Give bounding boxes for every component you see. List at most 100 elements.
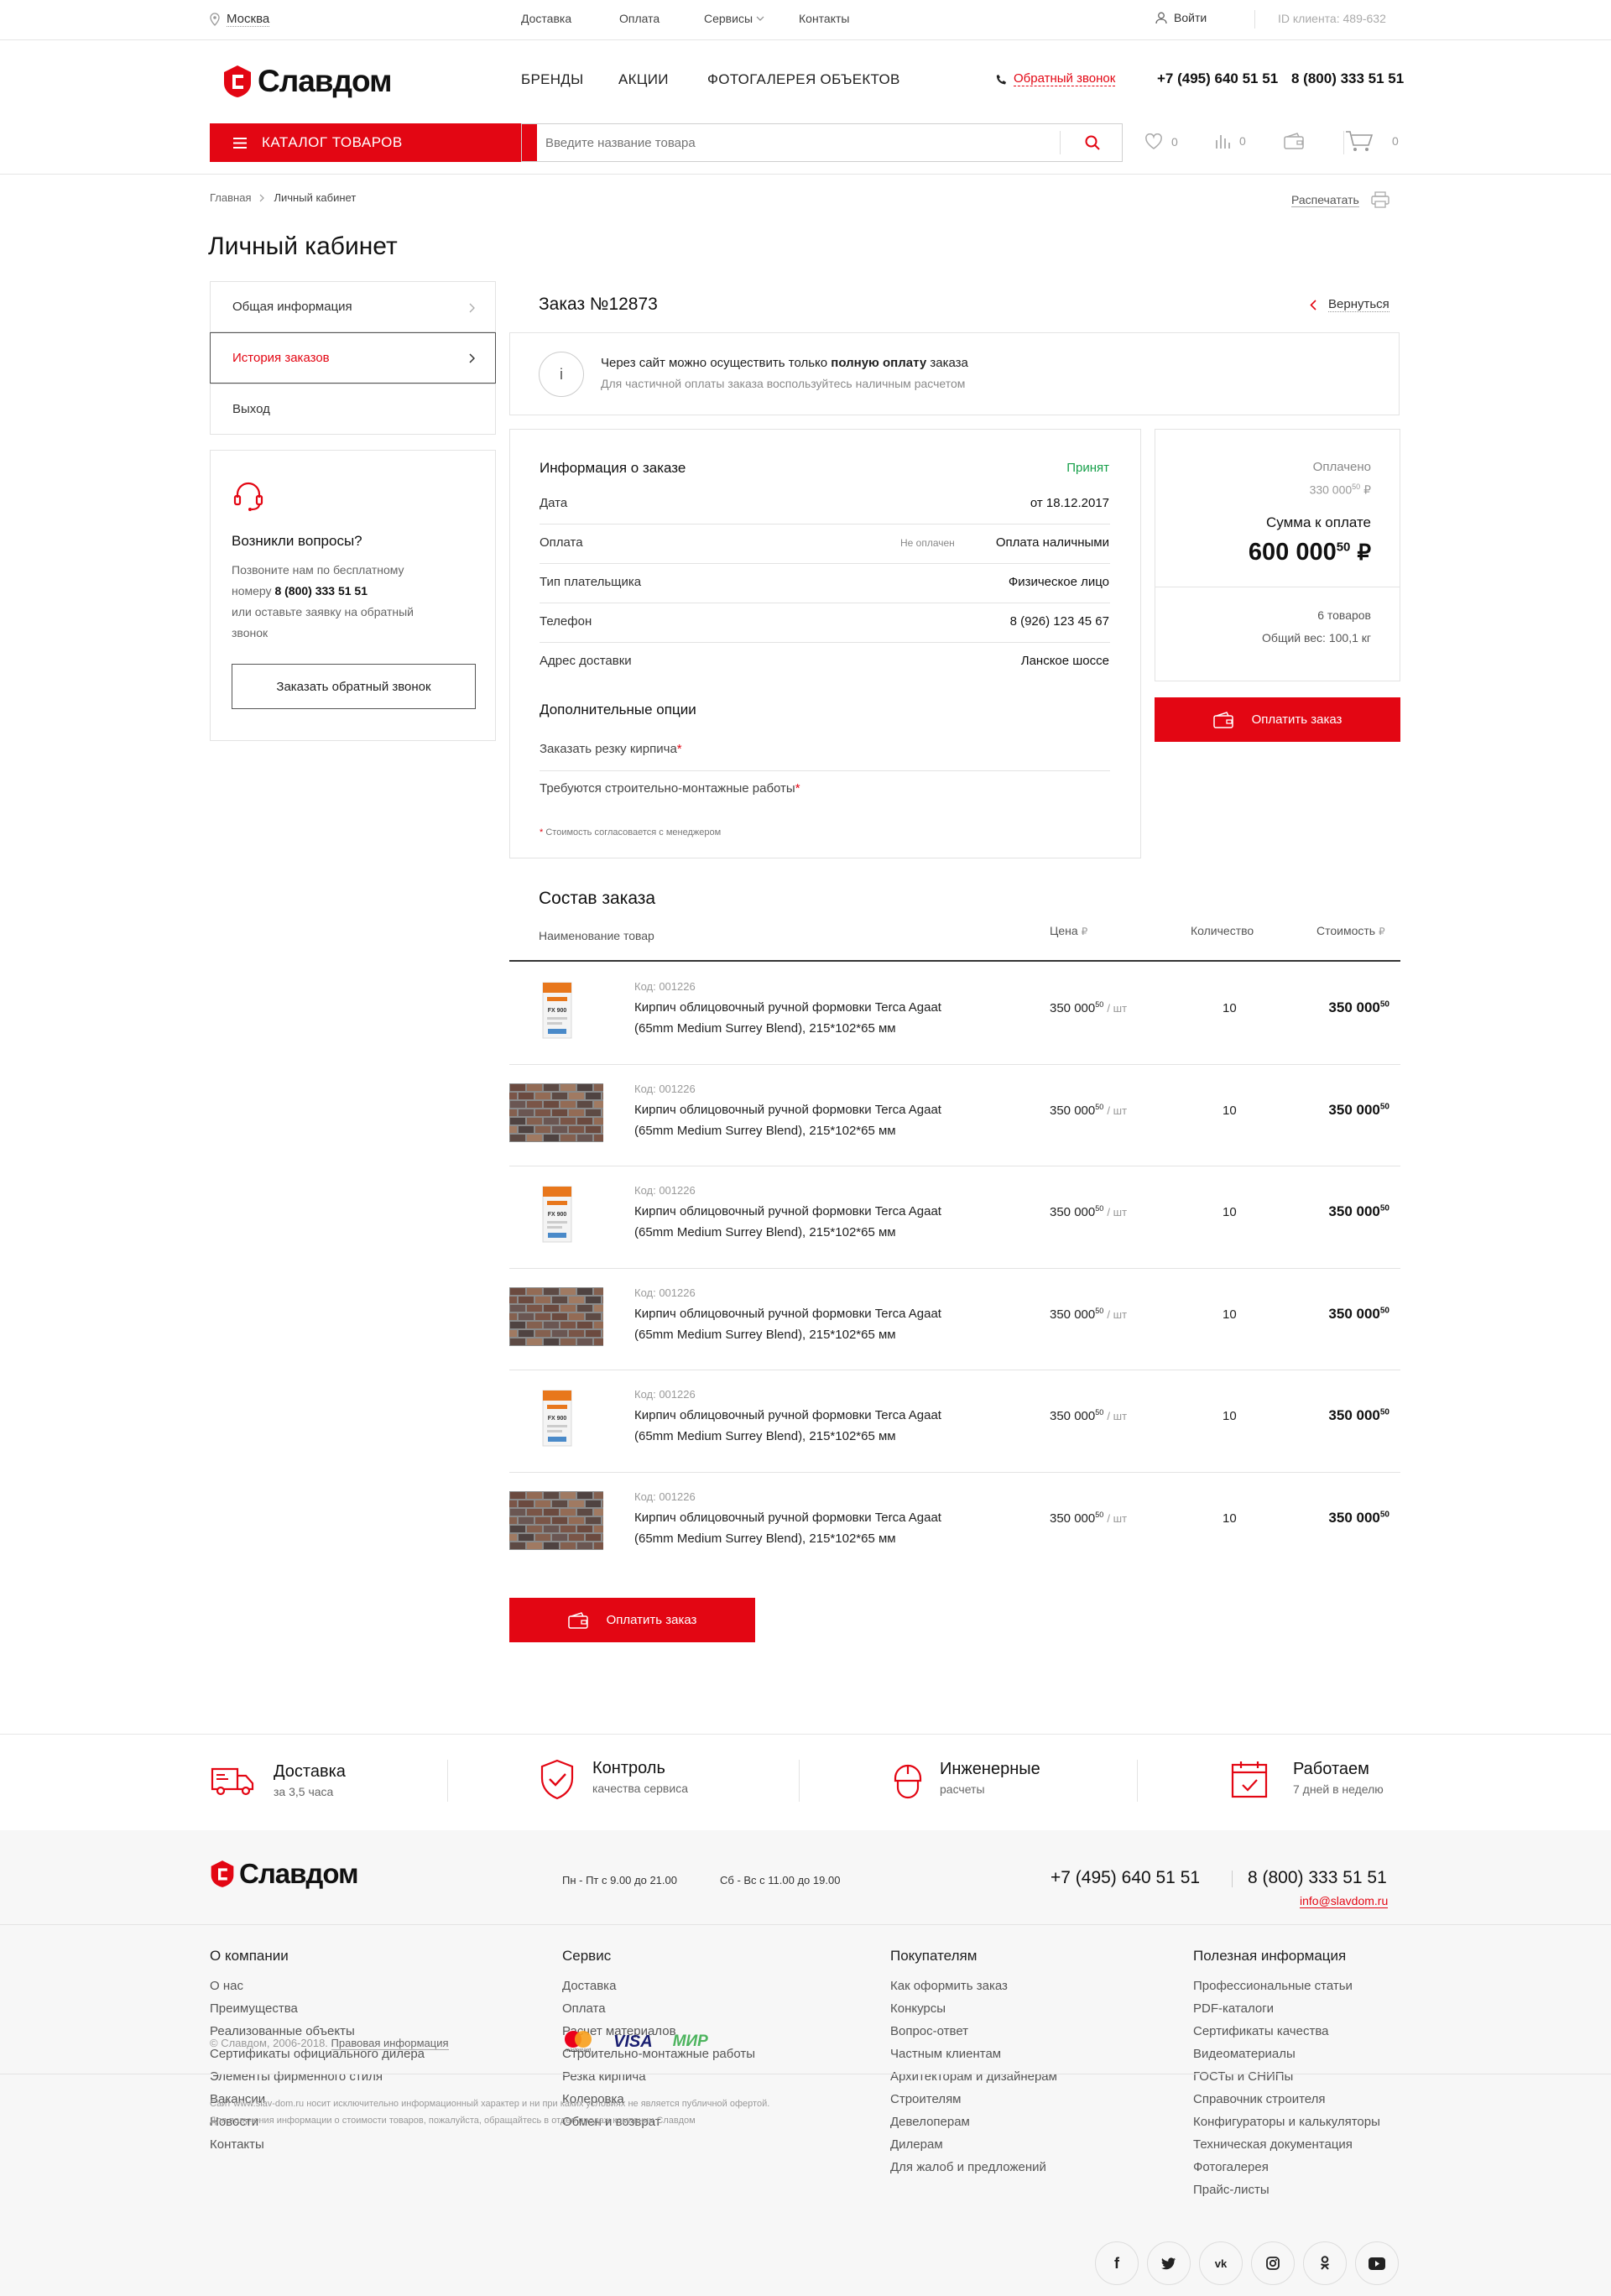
menu-gallery[interactable]: ФОТОГАЛЕРЕЯ ОБЪЕКТОВ [707, 71, 900, 88]
footer-link[interactable]: Видеоматериалы [1193, 2043, 1380, 2065]
footer-link[interactable]: ГОСТы и СНИПы [1193, 2065, 1380, 2088]
footer-link[interactable]: PDF-каталоги [1193, 1997, 1380, 2020]
footer-link[interactable]: Преимущества [210, 1997, 425, 2020]
logo[interactable]: Славдом [222, 64, 393, 99]
footer-link[interactable]: Как оформить заказ [890, 1975, 1057, 1997]
compare-button[interactable]: 0 [1214, 133, 1246, 149]
sidebar-item-order-history[interactable]: История заказов [210, 332, 496, 384]
footer-link[interactable]: Частным клиентам [890, 2043, 1057, 2065]
product-name[interactable]: Кирпич облицовочный ручной формовки Terc… [634, 1201, 941, 1243]
payment-name: mastercard [565, 2048, 591, 2053]
footer-link[interactable]: Контакты [210, 2133, 425, 2156]
footer-link[interactable]: Профессиональные статьи [1193, 1975, 1380, 1997]
facebook-icon[interactable]: f [1095, 2241, 1139, 2285]
sidebar-item-logout[interactable]: Выход [210, 384, 496, 435]
product-name[interactable]: Кирпич облицовочный ручной формовки Terc… [634, 1405, 941, 1447]
order-row-value: Физическое лицо [1008, 575, 1109, 589]
footer-link[interactable]: Конкурсы [890, 1997, 1057, 2020]
footer-logo[interactable]: Славдом [210, 1858, 359, 1890]
footer-phone-1[interactable]: +7 (495) 640 51 51 [1051, 1868, 1200, 1888]
product-price: 350 00050 / шт [1050, 1511, 1127, 1526]
footer-link[interactable]: Для жалоб и предложений [890, 2156, 1057, 2179]
footer-link[interactable]: Справочник строителя [1193, 2088, 1380, 2111]
odnoklassniki-icon[interactable] [1303, 2241, 1347, 2285]
due-label: Сумма к оплате [1265, 514, 1371, 530]
print-link[interactable]: Распечатать [1291, 191, 1389, 208]
product-name-line: Кирпич облицовочный ручной формовки Terc… [634, 1204, 941, 1218]
wallet-button[interactable] [1284, 133, 1304, 154]
footer-column: Полезная информация Профессиональные стат… [1193, 1948, 1380, 2201]
search-button[interactable] [1076, 132, 1109, 154]
breadcrumb: Главная Личный кабинет [210, 191, 356, 204]
footer-link[interactable]: Оплата [562, 1997, 755, 2020]
col-header-price: Цена ₽ [1050, 924, 1087, 937]
page-title: Личный кабинет [208, 232, 398, 260]
product-name[interactable]: Кирпич облицовочный ручной формовки Terc… [634, 997, 941, 1039]
vk-icon[interactable]: vk [1199, 2241, 1243, 2285]
footer-email[interactable]: info@slavdom.ru [1300, 1894, 1389, 1908]
product-image[interactable] [502, 1083, 626, 1146]
order-row-value: Ланское шоссе [1020, 654, 1109, 668]
footer-link[interactable]: Фотогалерея [1193, 2156, 1380, 2179]
help-phone[interactable]: 8 (800) 333 51 51 [274, 584, 368, 597]
footer-link[interactable]: О нас [210, 1975, 425, 1997]
nav-services[interactable]: Сервисы [704, 12, 764, 25]
catalog-button[interactable]: КАТАЛОГ ТОВАРОВ [210, 123, 537, 162]
header-phone-2[interactable]: 8 (800) 333 51 51 [1291, 70, 1404, 87]
order-status: Принят [1066, 461, 1109, 475]
footer-column-title: Покупателям [890, 1948, 978, 1964]
header-phone-1[interactable]: +7 (495) 640 51 51 [1157, 70, 1278, 87]
footer-link[interactable]: Техническая документация [1193, 2133, 1380, 2156]
cart-button[interactable]: 0 [1345, 130, 1399, 152]
menu-sales[interactable]: АКЦИИ [618, 71, 669, 88]
twitter-icon[interactable] [1147, 2241, 1191, 2285]
product-image[interactable]: FX 900 [540, 1184, 575, 1249]
favorites-button[interactable]: 0 [1144, 133, 1178, 150]
footer-link[interactable]: Прайс-листы [1193, 2179, 1380, 2201]
footer-link[interactable]: Строителям [890, 2088, 1057, 2111]
nav-payment[interactable]: Оплата [619, 12, 660, 25]
product-name[interactable]: Кирпич облицовочный ручной формовки Terc… [634, 1507, 941, 1549]
product-name[interactable]: Кирпич облицовочный ручной формовки Terc… [634, 1303, 941, 1345]
divider [1343, 131, 1344, 154]
product-code: Код: 001226 [634, 1286, 696, 1299]
city-selector[interactable]: Москва [210, 12, 270, 27]
instagram-icon[interactable] [1251, 2241, 1295, 2285]
product-image[interactable]: FX 900 [540, 980, 575, 1045]
notice-pre: Через сайт можно осуществить только [601, 356, 832, 370]
paid-value: 330 000 [1309, 483, 1353, 497]
product-name[interactable]: Кирпич облицовочный ручной формовки Terc… [634, 1099, 941, 1141]
product-image[interactable] [502, 1287, 626, 1350]
footer-link[interactable]: Архитекторам и дизайнерам [890, 2065, 1057, 2088]
product-image[interactable] [502, 1491, 626, 1554]
pay-order-button-bottom[interactable]: Оплатить заказ [509, 1598, 755, 1642]
footer-link[interactable]: Резка кирпича [562, 2065, 755, 2088]
back-link[interactable]: Вернуться [1310, 297, 1389, 312]
callback-link[interactable]: Обратный звонок [996, 71, 1116, 86]
footer-link[interactable]: Вопрос-ответ [890, 2020, 1057, 2043]
breadcrumb-home[interactable]: Главная [210, 191, 251, 204]
legal-link[interactable]: Правовая информация [331, 2037, 449, 2050]
footer-link[interactable]: Девелоперам [890, 2111, 1057, 2133]
login-link[interactable]: Войти [1155, 11, 1207, 24]
sidebar-item-general[interactable]: Общая информация [210, 281, 496, 332]
compare-count: 0 [1239, 134, 1246, 148]
footer-link[interactable]: Доставка [562, 1975, 755, 1997]
footer-link[interactable]: Элементы фирменного стиля [210, 2065, 425, 2088]
required-mark: * [795, 781, 800, 796]
search-input[interactable] [522, 124, 1059, 161]
nav-contacts[interactable]: Контакты [799, 12, 849, 25]
menu-brands[interactable]: БРЕНДЫ [521, 71, 583, 88]
footer-link[interactable]: Сертификаты качества [1193, 2020, 1380, 2043]
youtube-icon[interactable] [1355, 2241, 1399, 2285]
footer-phone-2[interactable]: 8 (800) 333 51 51 [1248, 1868, 1387, 1888]
footer-link[interactable]: Конфигураторы и калькуляторы [1193, 2111, 1380, 2133]
callback-request-button[interactable]: Заказать обратный звонок [232, 664, 476, 709]
order-title: Заказ №12873 [539, 295, 658, 314]
product-name-line: Кирпич облицовочный ручной формовки Terc… [634, 1103, 941, 1117]
product-image[interactable]: FX 900 [540, 1388, 575, 1453]
product-cost: 350 00050 [1328, 1306, 1389, 1323]
pay-order-button[interactable]: Оплатить заказ [1155, 697, 1400, 742]
footer-link[interactable]: Дилерам [890, 2133, 1057, 2156]
nav-delivery[interactable]: Доставка [521, 12, 571, 25]
